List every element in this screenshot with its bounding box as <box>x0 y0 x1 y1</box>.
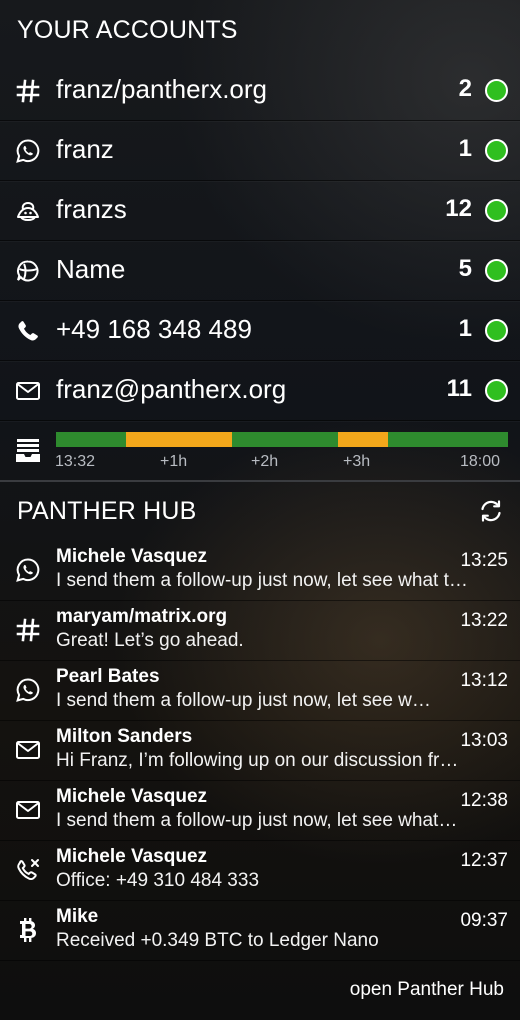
whatsapp-icon <box>14 137 42 165</box>
status-indicator <box>485 319 508 342</box>
bitcoin-icon <box>14 916 42 944</box>
message-time: 09:37 <box>460 910 508 931</box>
timeline-segment-busy <box>338 432 389 447</box>
unread-count: 12 <box>445 195 472 222</box>
section-divider <box>0 480 520 482</box>
mastodon-icon <box>14 197 42 225</box>
mail-icon <box>14 377 42 405</box>
mail-icon <box>14 796 42 824</box>
status-indicator <box>485 79 508 102</box>
message-time: 12:37 <box>460 850 508 871</box>
unread-count: 5 <box>458 255 472 282</box>
status-indicator <box>485 379 508 402</box>
unread-count: 1 <box>458 315 472 342</box>
inbox-tray-icon <box>15 438 41 464</box>
account-name: franzs <box>56 194 127 224</box>
hub-section-title: PANTHER HUB <box>17 497 197 525</box>
message-sender: Michele Vasquez <box>56 786 208 807</box>
timeline-segment-ok <box>232 432 339 447</box>
hash-icon <box>14 77 42 105</box>
hub-message-row[interactable]: Milton Sanders 13:03 Hi Franz, I’m follo… <box>0 720 520 781</box>
timeline-tick: +1h <box>160 453 188 470</box>
account-row-phone[interactable]: +49 168 348 489 1 <box>0 300 520 361</box>
timeline-segment-ok <box>388 432 508 447</box>
phone-icon <box>14 317 42 345</box>
message-time: 13:03 <box>460 730 508 751</box>
message-preview: Great! Let’s go ahead. <box>56 630 244 651</box>
hub-message-row[interactable]: maryam/matrix.org 13:22 Great! Let’s go … <box>0 600 520 661</box>
account-row-whatsapp[interactable]: franz 1 <box>0 120 520 181</box>
hub-message-row[interactable]: Michele Vasquez 12:37 Office: +49 310 48… <box>0 840 520 901</box>
timeline-segment-busy <box>126 432 233 447</box>
refresh-icon[interactable] <box>478 498 504 524</box>
chat-globe-icon <box>14 257 42 285</box>
timeline-segment-ok <box>56 432 127 447</box>
message-preview: Received +0.349 BTC to Ledger Nano <box>56 930 379 951</box>
message-time: 13:12 <box>460 670 508 691</box>
hub-message-row[interactable]: Pearl Bates 13:12 I send them a follow-u… <box>0 660 520 721</box>
message-preview: I send them a follow-up just now, let se… <box>56 690 432 711</box>
message-sender: Michele Vasquez <box>56 546 208 567</box>
unread-count: 2 <box>458 75 472 102</box>
timeline-tick: 13:32 <box>55 453 96 470</box>
status-indicator <box>485 199 508 222</box>
unread-count: 1 <box>458 135 472 162</box>
account-name: franz@pantherx.org <box>56 374 287 404</box>
message-preview: I send them a follow-up just now, let se… <box>56 810 460 831</box>
message-sender: Michele Vasquez <box>56 846 208 867</box>
message-preview: Hi Franz, I’m following up on our discus… <box>56 750 460 771</box>
account-row-email[interactable]: franz@pantherx.org 11 <box>0 360 520 421</box>
message-time: 13:22 <box>460 610 508 631</box>
hub-message-row[interactable]: Mike 09:37 Received +0.349 BTC to Ledger… <box>0 900 520 961</box>
message-sender: Pearl Bates <box>56 666 160 687</box>
unread-count: 11 <box>446 375 472 402</box>
account-row-matrix[interactable]: franz/pantherx.org 2 <box>0 60 520 121</box>
hash-icon <box>14 616 42 644</box>
missed-call-icon <box>14 856 42 884</box>
account-name: franz/pantherx.org <box>56 74 268 104</box>
hub-message-row[interactable]: Michele Vasquez 12:38 I send them a foll… <box>0 780 520 841</box>
message-preview: Office: +49 310 484 333 <box>56 870 260 891</box>
availability-timeline[interactable] <box>56 432 508 447</box>
status-indicator <box>485 259 508 282</box>
account-name: Name <box>56 254 126 284</box>
timeline-tick: +2h <box>251 453 279 470</box>
timeline-tick: +3h <box>343 453 371 470</box>
whatsapp-icon <box>14 556 42 584</box>
accounts-section-title: YOUR ACCOUNTS <box>17 16 238 44</box>
status-indicator <box>485 139 508 162</box>
message-preview: I send them a follow-up just now, let se… <box>56 570 476 591</box>
account-name: +49 168 348 489 <box>56 314 252 344</box>
hub-message-row[interactable]: Michele Vasquez 13:25 I send them a foll… <box>0 540 520 601</box>
open-hub-link[interactable]: open Panther Hub <box>350 979 504 1001</box>
account-row-mastodon[interactable]: franzs 12 <box>0 180 520 241</box>
account-row-name[interactable]: Name 5 <box>0 240 520 301</box>
message-sender: maryam/matrix.org <box>56 606 228 627</box>
account-name: franz <box>56 134 114 164</box>
whatsapp-icon <box>14 676 42 704</box>
mail-icon <box>14 736 42 764</box>
message-time: 12:38 <box>460 790 508 811</box>
message-time: 13:25 <box>460 550 508 571</box>
timeline-tick: 18:00 <box>460 453 501 470</box>
message-sender: Milton Sanders <box>56 726 193 747</box>
message-sender: Mike <box>56 906 99 927</box>
